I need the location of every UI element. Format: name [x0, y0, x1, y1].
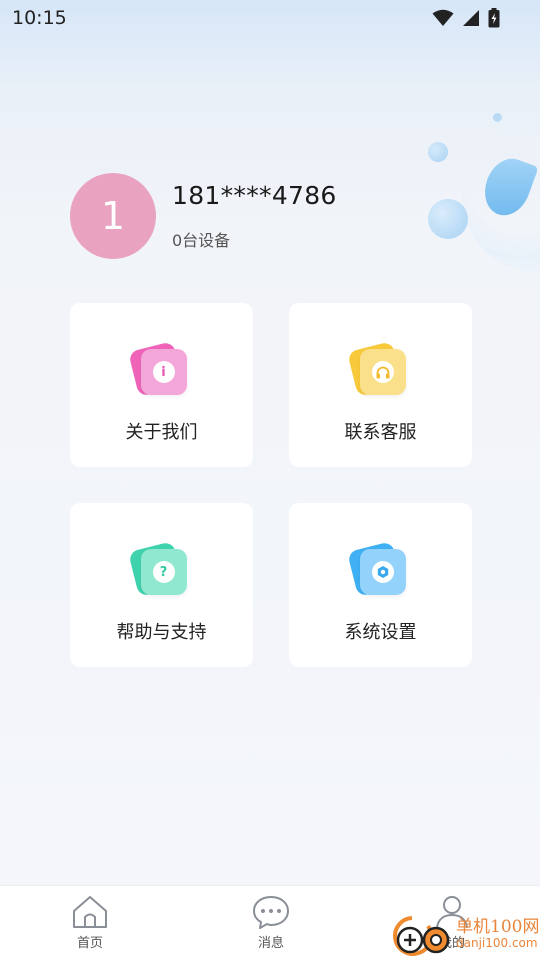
- decorative-bubble-tiny: [493, 113, 502, 122]
- settings-icon: [346, 541, 410, 601]
- device-count: 0台设备: [172, 231, 231, 250]
- watermark: 单机100网 danji100.com: [390, 912, 540, 960]
- nav-messages[interactable]: 消息: [231, 894, 311, 951]
- watermark-url: danji100.com: [456, 936, 538, 950]
- about-us-label: 关于我们: [125, 422, 198, 443]
- info-icon: i: [127, 341, 191, 401]
- status-icons: [432, 8, 500, 28]
- about-us-card[interactable]: i 关于我们: [70, 303, 253, 467]
- decorative-bubble-small: [428, 142, 448, 162]
- help-support-label: 帮助与支持: [116, 622, 207, 643]
- help-icon: ?: [127, 541, 191, 601]
- headset-icon: [346, 341, 410, 401]
- nav-home[interactable]: 首页: [50, 894, 130, 951]
- system-settings-label: 系统设置: [344, 622, 417, 643]
- status-bar: 10:15: [0, 0, 540, 36]
- wifi-icon: [432, 9, 454, 26]
- system-settings-card[interactable]: 系统设置: [289, 503, 472, 667]
- avatar[interactable]: 1: [70, 173, 156, 259]
- cellular-signal-icon: [463, 10, 479, 26]
- contact-support-card[interactable]: 联系客服: [289, 303, 472, 467]
- nav-messages-label: 消息: [257, 936, 284, 951]
- message-icon: [253, 896, 289, 929]
- decorative-bubble-large: [428, 199, 468, 239]
- battery-charging-icon: [488, 8, 500, 28]
- nav-home-label: 首页: [76, 936, 103, 951]
- home-icon: [73, 896, 107, 928]
- profile-screen: 10:15 1 181****4786 0台设备 i 关于我们 联系客服 ? 帮…: [0, 0, 540, 960]
- user-phone: 181****4786: [172, 181, 337, 210]
- help-support-card[interactable]: ? 帮助与支持: [70, 503, 253, 667]
- status-time: 10:15: [12, 7, 67, 29]
- contact-support-label: 联系客服: [344, 422, 417, 443]
- watermark-text: 单机100网: [456, 917, 540, 937]
- avatar-initial: 1: [100, 194, 126, 238]
- watermark-logo-icon: [393, 916, 450, 956]
